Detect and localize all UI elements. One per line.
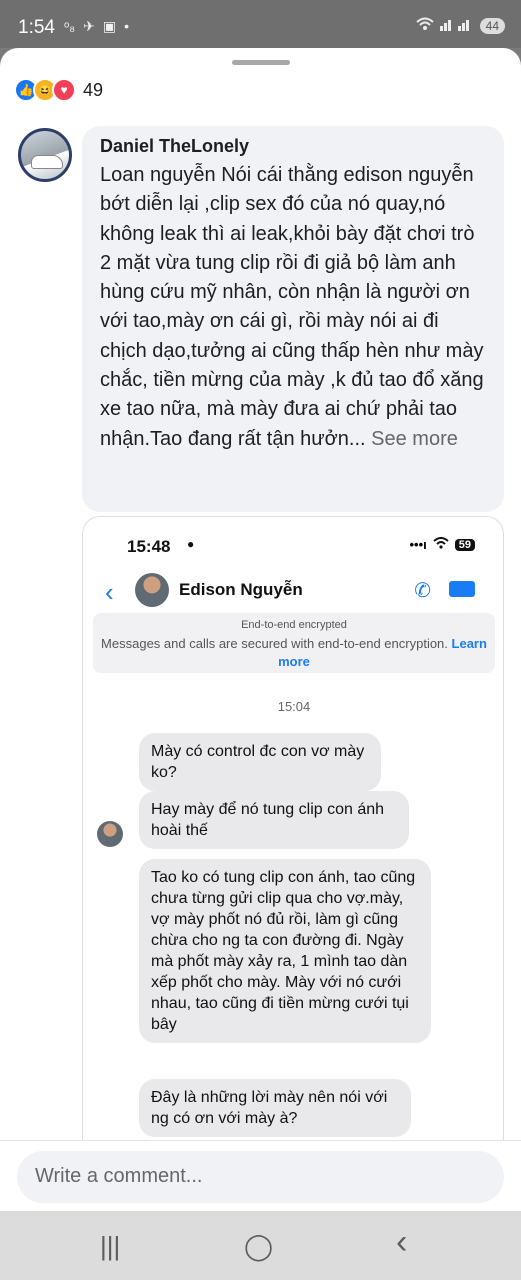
comment-body: Loan nguyễn Nói cái thằng edison nguyễn … [100,164,484,450]
status-notification-icons: ᵒ₈ ✈ ▣ • [64,18,129,35]
message-bubble: Đây là những lời mày nên nói với ng có ơ… [139,1079,411,1137]
contact-avatar [135,573,169,607]
reaction-count: 49 [83,79,104,100]
navigation-bar: ||| ◯ ‹ [0,1211,521,1280]
comments-sheet: 👍 😆 ♥ 49 Daniel TheLonely Loan nguyễn Nó… [0,48,521,1211]
wifi-icon [415,17,434,34]
recents-icon[interactable]: ||| [100,1231,120,1262]
encryption-title: End-to-end encrypted [241,619,347,631]
signal-icon [439,17,474,34]
comment-input[interactable]: Write a comment... [17,1151,504,1203]
status-time: 1:54 [18,17,55,38]
message-bubble: Mày có control đc con vơ mày ko? [139,733,381,791]
wifi-icon [433,537,449,552]
encryption-text: Messages and calls are secured with end-… [93,635,495,671]
comment-text: Loan nguyễn Nói cái thằng edison nguyễn … [100,161,486,454]
message-timestamp: 15:04 [277,699,311,714]
love-icon: ♥ [52,78,76,102]
comment-bubble: Daniel TheLonely Loan nguyễn Nói cái thằ… [82,126,504,512]
signal-dots-icon: •••ı [409,537,427,552]
contact-name: Edison Nguyễn [179,580,303,599]
status-bar: 1:54 ᵒ₈ ✈ ▣ • 44 [0,0,521,48]
encryption-body: Messages and calls are secured with end-… [101,636,448,651]
avatar[interactable] [18,128,72,182]
message-bubble: Hay mày để nó tung clip con ánh hoài thế [139,791,409,849]
back-icon[interactable]: ‹ [396,1223,407,1262]
person-icon: ● [187,537,195,551]
screenshot-time: 15:48 [127,537,171,556]
comment-image[interactable]: 15:48 ● •••ı 59 ‹ Edison Nguyễn ✆ End-to… [82,516,504,1211]
back-chevron-icon: ‹ [105,577,114,607]
home-icon[interactable]: ◯ [244,1231,273,1262]
battery-indicator: 44 [479,17,505,34]
dot-icon: • [124,18,129,34]
video-icon [449,581,475,597]
status-right: 44 [415,17,505,34]
drag-handle[interactable] [232,60,290,65]
reactions-summary[interactable]: 👍 😆 ♥ 49 [14,78,103,102]
phone-icon: ✆ [414,580,431,602]
encryption-notice: End-to-end encrypted Messages and calls … [93,613,495,673]
screenshot-status: •••ı 59 [409,537,475,552]
app-icon: ▣ [102,18,117,34]
comment-author[interactable]: Daniel TheLonely [100,136,486,157]
telegram-icon: ✈ [83,18,95,34]
notification-icon: ᵒ₈ [64,18,76,34]
see-more-link[interactable]: See more [371,428,458,450]
screenshot-battery: 59 [454,538,475,551]
message-bubble: Tao ko có tung clip con ánh, tao cũng ch… [139,859,431,1043]
comment-composer: Write a comment... [0,1140,521,1211]
sender-avatar [97,821,123,847]
